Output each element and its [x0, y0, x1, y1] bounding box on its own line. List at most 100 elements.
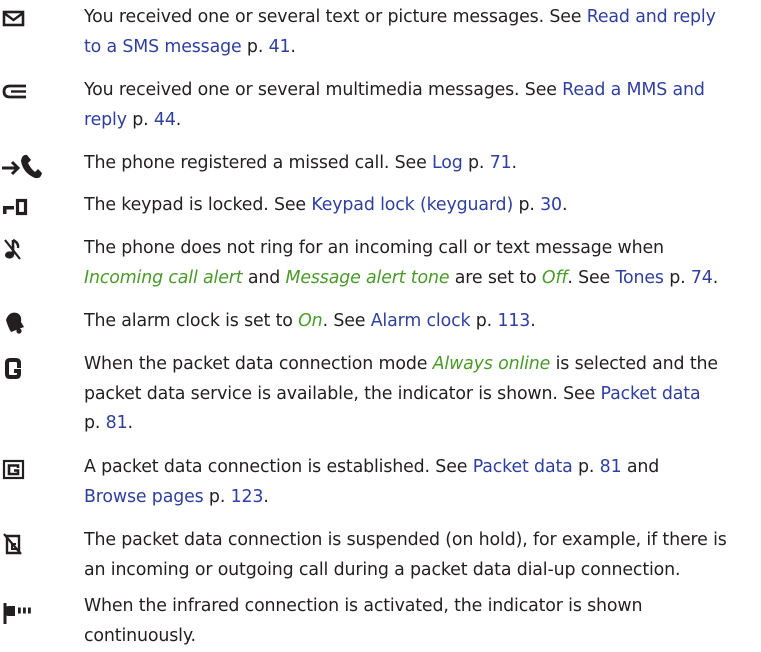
body-text: an incoming or outgoing call during a pa…	[84, 559, 681, 580]
body-text: The alarm clock is set to	[84, 311, 299, 331]
body-text: The keypad is locked. See	[84, 195, 312, 215]
cross-reference-link[interactable]: Packet data	[601, 384, 701, 404]
setting-name: Off	[541, 267, 568, 288]
cross-reference-link[interactable]: 81	[600, 457, 622, 477]
cross-reference-link[interactable]: 74	[691, 268, 713, 288]
text-line: When the infrared connection is activate…	[84, 592, 754, 622]
text-line: The alarm clock is set to On. See Alarm …	[84, 307, 754, 337]
body-text: The packet data connection is suspended …	[84, 530, 727, 550]
entry-text: The keypad is locked. See Keypad lock (k…	[84, 191, 754, 221]
entry-text: When the packet data connection mode Alw…	[84, 350, 754, 439]
cross-reference-link[interactable]: 44	[154, 110, 176, 130]
body-text: p.	[513, 195, 541, 215]
text-line: Incoming call alert and Message alert to…	[84, 264, 754, 294]
body-text: p.	[572, 457, 600, 477]
alarm-bell-icon	[0, 307, 72, 337]
cross-reference-link[interactable]: Read a MMS and	[562, 80, 705, 100]
manual-page: You received one or several text or pict…	[0, 0, 761, 652]
cross-reference-link[interactable]: Keypad lock (keyguard)	[311, 195, 513, 215]
envelope-icon	[0, 3, 72, 33]
body-text: When the infrared connection is activate…	[84, 596, 643, 616]
body-text: p.	[241, 36, 269, 57]
text-line: Browse pages p. 123.	[84, 483, 754, 513]
silent-note-icon	[0, 234, 72, 264]
body-text: and	[621, 457, 660, 477]
entry-text: The alarm clock is set to On. See Alarm …	[84, 307, 754, 337]
entry-text: The packet data connection is suspended …	[84, 526, 754, 585]
entry-text: You received one or several multimedia m…	[84, 76, 754, 135]
entry-text: The phone registered a missed call. See …	[84, 149, 754, 179]
body-text: .	[175, 109, 182, 130]
keypad-lock-icon	[0, 191, 72, 221]
text-line: reply p. 44.	[84, 106, 754, 136]
setting-name: On	[298, 311, 323, 331]
body-text: p.	[462, 153, 490, 173]
cross-reference-link[interactable]: reply	[84, 110, 127, 130]
entry-text: A packet data connection is established.…	[84, 453, 754, 512]
body-text: .	[511, 153, 518, 173]
body-text: You received one or several text or pict…	[84, 7, 587, 27]
entry-text: You received one or several text or pict…	[84, 3, 754, 62]
cross-reference-link[interactable]: 81	[106, 413, 128, 433]
body-text: A packet data connection is established.…	[84, 457, 473, 477]
body-text: p.	[663, 267, 691, 288]
missed-call-icon	[0, 149, 72, 179]
cross-reference-link[interactable]: 30	[540, 195, 562, 215]
body-text: p.	[84, 413, 106, 433]
body-text: and	[242, 267, 286, 288]
body-text: .	[127, 413, 134, 433]
body-text: . See	[322, 311, 371, 331]
entry-text: When the infrared connection is activate…	[84, 592, 754, 651]
cross-reference-link[interactable]: Log	[432, 153, 463, 173]
body-text: p.	[126, 109, 154, 130]
gprs-suspended-icon	[0, 526, 72, 556]
body-text: .	[561, 195, 568, 215]
text-line: The phone does not ring for an incoming …	[84, 234, 754, 264]
cross-reference-link[interactable]: 113	[497, 311, 530, 331]
text-line: packet data service is available, the in…	[84, 380, 754, 410]
body-text: When the packet data connection mode	[84, 354, 433, 374]
body-text: .	[712, 267, 719, 288]
cross-reference-link[interactable]: Browse pages	[84, 487, 204, 507]
text-line: The keypad is locked. See Keypad lock (k…	[84, 191, 754, 221]
cross-reference-link[interactable]: Packet data	[473, 457, 573, 477]
text-line: You received one or several multimedia m…	[84, 76, 754, 106]
body-text: continuously.	[84, 625, 196, 646]
text-line: p. 81.	[84, 409, 754, 439]
text-line: an incoming or outgoing call during a pa…	[84, 556, 754, 586]
cross-reference-link[interactable]: to a SMS message	[84, 37, 242, 57]
setting-name: Always online	[432, 354, 551, 374]
body-text: . See	[567, 267, 616, 288]
gprs-always-online-icon	[0, 350, 72, 380]
text-line: The packet data connection is suspended …	[84, 526, 754, 556]
cross-reference-link[interactable]: Read and reply	[587, 7, 716, 27]
text-line: The phone registered a missed call. See …	[84, 149, 754, 179]
cross-reference-link[interactable]: 123	[231, 487, 264, 507]
body-text: You received one or several multimedia m…	[84, 80, 563, 100]
gprs-connected-icon	[0, 453, 72, 483]
body-text: are set to	[449, 267, 542, 288]
cross-reference-link[interactable]: 71	[490, 153, 512, 173]
cross-reference-link[interactable]: 41	[269, 37, 291, 57]
cross-reference-link[interactable]: Tones	[615, 268, 663, 288]
body-text: p.	[203, 486, 231, 507]
infrared-icon	[0, 592, 72, 624]
entry-text: The phone does not ring for an incoming …	[84, 234, 754, 293]
body-text: .	[290, 36, 296, 57]
body-text: .	[263, 486, 269, 507]
text-line: continuously.	[84, 622, 754, 652]
body-text: is selected and the	[550, 354, 718, 374]
body-text: The phone registered a missed call. See	[84, 153, 433, 173]
body-text: packet data service is available, the in…	[84, 383, 601, 404]
body-text: p.	[470, 311, 498, 331]
setting-name: Message alert tone	[285, 267, 450, 288]
text-line: A packet data connection is established.…	[84, 453, 754, 483]
cross-reference-link[interactable]: Alarm clock	[371, 311, 471, 331]
text-line: You received one or several text or pict…	[84, 3, 754, 33]
multimedia-message-icon	[0, 76, 72, 106]
text-line: to a SMS message p. 41.	[84, 33, 754, 63]
body-text: The phone does not ring for an incoming …	[84, 238, 664, 258]
setting-name: Incoming call alert	[84, 267, 243, 288]
body-text: .	[530, 311, 536, 331]
text-line: When the packet data connection mode Alw…	[84, 350, 754, 380]
